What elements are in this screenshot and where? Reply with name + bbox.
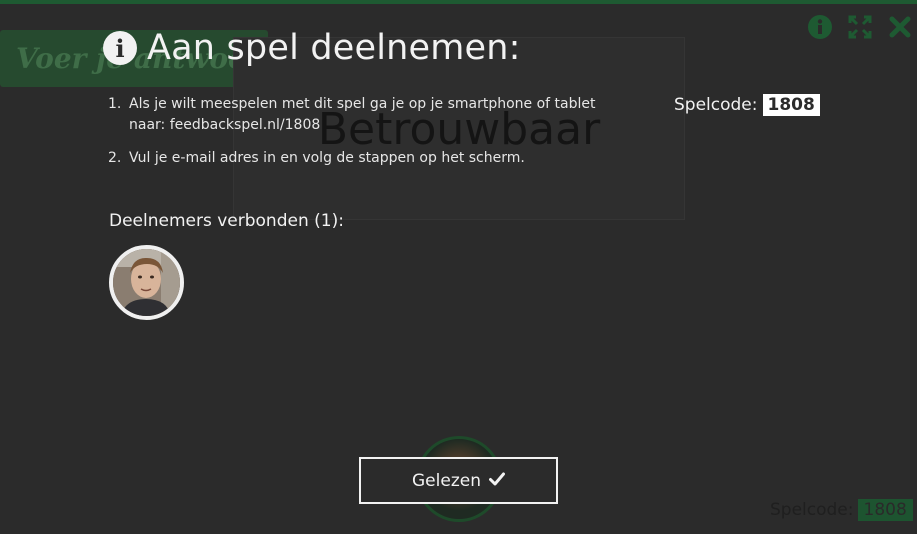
modal-title-text: Aan spel deelnemen: — [147, 28, 521, 68]
checkmark-icon — [488, 471, 505, 491]
background-spelcode: Spelcode: 1808 — [770, 499, 913, 521]
connected-participants-label: Deelnemers verbonden (1): — [109, 211, 344, 231]
instruction-number: 1. — [108, 96, 122, 112]
background-spelcode-label: Spelcode: — [770, 500, 854, 520]
spelcode-value: 1808 — [762, 94, 820, 116]
instruction-number: 2. — [108, 150, 122, 166]
instruction-text: Als je wilt meespelen met dit spel ga je… — [129, 96, 596, 133]
spelcode-label: Spelcode: — [674, 95, 758, 115]
read-button[interactable]: Gelezen — [359, 457, 558, 504]
info-icon[interactable] — [807, 14, 833, 40]
modal-title: i Aan spel deelnemen: — [103, 28, 521, 68]
instruction-list: 1. Als je wilt meespelen met dit spel ga… — [108, 94, 608, 181]
instruction-text: Vul je e-mail adres in en volg de stappe… — [129, 150, 525, 166]
expand-icon[interactable] — [847, 14, 873, 40]
background-spelcode-value: 1808 — [857, 499, 913, 521]
spelcode: Spelcode: 1808 — [674, 94, 820, 116]
top-accent-bar — [0, 0, 917, 4]
close-icon[interactable] — [887, 14, 913, 40]
info-icon: i — [103, 31, 137, 65]
instruction-item: 2. Vul je e-mail adres in en volg de sta… — [108, 148, 608, 169]
instruction-item: 1. Als je wilt meespelen met dit spel ga… — [108, 94, 608, 136]
participant-avatar — [109, 245, 184, 320]
top-right-toolbar — [807, 14, 913, 40]
read-button-label: Gelezen — [412, 470, 481, 491]
